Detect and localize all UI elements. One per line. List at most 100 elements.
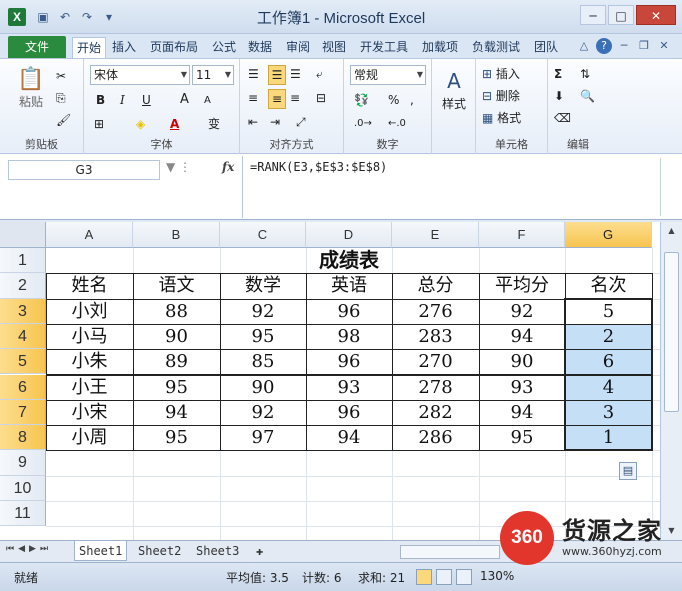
next-sheet-icon[interactable]: ▶: [29, 544, 36, 554]
vertical-scrollbar[interactable]: ▲ ▼: [660, 222, 682, 540]
insert-function-button[interactable]: fx: [222, 160, 234, 174]
clear-icon[interactable]: ⌫: [554, 109, 571, 127]
table-data-cell[interactable]: 93: [479, 375, 565, 400]
format-painter-icon[interactable]: 🖌: [56, 111, 71, 129]
scroll-up-icon[interactable]: ▲: [664, 224, 679, 238]
shrink-font-button[interactable]: A: [204, 92, 211, 110]
align-bottom-icon[interactable]: ☰: [290, 65, 301, 83]
grow-font-button[interactable]: A: [180, 91, 189, 109]
formula-expand-scroll[interactable]: [660, 158, 676, 216]
table-data-cell[interactable]: 小刘: [46, 299, 133, 324]
delete-cells-button[interactable]: ⊟ 删除: [482, 87, 520, 105]
tab-view[interactable]: 视图: [318, 37, 350, 58]
table-data-cell[interactable]: 96: [306, 299, 392, 324]
name-box-dropdown-icon[interactable]: ▼ ⋮: [166, 160, 191, 174]
table-header-cell[interactable]: 语文: [133, 273, 220, 298]
row-header-1[interactable]: 1: [0, 248, 46, 274]
merge-center-icon[interactable]: ⊟: [316, 89, 326, 107]
table-data-cell[interactable]: 95: [133, 425, 220, 450]
horizontal-scrollbar[interactable]: [400, 545, 500, 559]
row-header-6[interactable]: 6: [0, 374, 46, 400]
decrease-decimal-icon[interactable]: ←.0: [388, 115, 406, 133]
table-data-cell[interactable]: 90: [133, 324, 220, 349]
table-data-cell[interactable]: 283: [392, 324, 479, 349]
phonetic-button[interactable]: 变: [208, 115, 220, 133]
column-header-a[interactable]: A: [46, 222, 133, 248]
row-header-7[interactable]: 7: [0, 399, 46, 426]
align-center-icon[interactable]: ≡: [268, 89, 286, 109]
fill-icon[interactable]: ⬇: [554, 87, 564, 105]
align-middle-icon[interactable]: ☰: [268, 65, 286, 85]
table-data-cell[interactable]: 93: [306, 375, 392, 400]
table-data-cell[interactable]: 94: [479, 324, 565, 349]
formula-input[interactable]: =RANK(E3,$E$3:$E$8): [250, 160, 387, 174]
borders-icon[interactable]: ⊞: [94, 115, 104, 133]
table-data-cell[interactable]: 278: [392, 375, 479, 400]
styles-button[interactable]: A 样式: [438, 67, 470, 113]
column-header-f[interactable]: F: [479, 222, 565, 248]
help-icon[interactable]: ?: [596, 38, 612, 54]
table-data-cell[interactable]: 95: [479, 425, 565, 450]
font-name-combo[interactable]: 宋体 ▼: [90, 65, 190, 85]
minimize-ribbon-icon[interactable]: △: [576, 38, 592, 54]
column-header-e[interactable]: E: [392, 222, 479, 248]
page-layout-view-icon[interactable]: [436, 569, 452, 585]
autosum-button[interactable]: Σ: [554, 65, 562, 83]
sheet-tab-2[interactable]: Sheet2: [134, 541, 185, 561]
page-break-view-icon[interactable]: [456, 569, 472, 585]
format-cells-button[interactable]: ▦ 格式: [482, 109, 521, 127]
align-right-icon[interactable]: ≡: [290, 89, 300, 107]
font-size-combo[interactable]: 11 ▼: [192, 65, 234, 85]
table-header-cell[interactable]: 总分: [392, 273, 479, 298]
worksheet[interactable]: ABCDEFG 1 2 3 4 5 6 7 8 9 10 11 成绩表 姓名 语文 数学 英语 总分 平均分 名次…: [0, 222, 660, 540]
maximize-icon[interactable]: □: [608, 5, 634, 25]
table-data-cell[interactable]: 98: [306, 324, 392, 349]
table-data-cell[interactable]: 85: [220, 349, 306, 374]
column-header-g[interactable]: G: [565, 222, 652, 248]
row-header-3[interactable]: 3: [0, 298, 46, 324]
select-all-corner[interactable]: [0, 222, 46, 248]
insert-cells-button[interactable]: ⊞ 插入: [482, 65, 520, 83]
fill-color-icon[interactable]: ◈: [136, 115, 145, 133]
prev-sheet-icon[interactable]: ◀: [18, 544, 25, 554]
wrap-text-icon[interactable]: ⤶: [316, 65, 323, 83]
table-header-cell[interactable]: 英语: [306, 273, 392, 298]
column-header-b[interactable]: B: [133, 222, 220, 248]
tab-load-test[interactable]: 负载测试: [468, 37, 524, 58]
row-header-9[interactable]: 9: [0, 450, 46, 476]
table-data-cell[interactable]: 282: [392, 400, 479, 425]
table-data-cell[interactable]: 94: [133, 400, 220, 425]
table-data-cell[interactable]: 96: [306, 349, 392, 374]
tab-addins[interactable]: 加载项: [418, 37, 462, 58]
table-data-cell[interactable]: 286: [392, 425, 479, 450]
tab-team[interactable]: 团队: [530, 37, 562, 58]
table-data-cell[interactable]: 92: [220, 299, 306, 324]
doc-close-icon[interactable]: ✕: [656, 38, 672, 54]
table-data-cell[interactable]: 97: [220, 425, 306, 450]
column-header-c[interactable]: C: [220, 222, 306, 248]
table-data-cell[interactable]: 小周: [46, 425, 133, 450]
number-format-combo[interactable]: 常规 ▼: [350, 65, 426, 85]
sheet-tab-3[interactable]: Sheet3: [192, 541, 243, 561]
row-header-2[interactable]: 2: [0, 273, 46, 299]
row-header-5[interactable]: 5: [0, 349, 46, 375]
zoom-level[interactable]: 130%: [480, 569, 514, 583]
normal-view-icon[interactable]: [416, 569, 432, 585]
table-data-cell[interactable]: 96: [306, 400, 392, 425]
tab-review[interactable]: 审阅: [282, 37, 314, 58]
italic-button[interactable]: I: [120, 91, 125, 109]
table-data-cell[interactable]: 88: [133, 299, 220, 324]
table-data-cell[interactable]: 90: [479, 349, 565, 374]
table-data-cell[interactable]: 89: [133, 349, 220, 374]
doc-restore-icon[interactable]: ❐: [636, 38, 652, 54]
decrease-indent-icon[interactable]: ⇤: [248, 113, 258, 131]
doc-minimize-icon[interactable]: ─: [616, 38, 632, 54]
row-header-11[interactable]: 11: [0, 501, 46, 527]
font-color-button[interactable]: A: [170, 115, 179, 133]
table-header-cell[interactable]: 名次: [565, 273, 652, 298]
underline-button[interactable]: U: [142, 91, 151, 109]
insert-sheet-icon[interactable]: ✚: [252, 541, 267, 561]
table-data-cell[interactable]: 小宋: [46, 400, 133, 425]
table-data-cell[interactable]: 270: [392, 349, 479, 374]
find-select-icon[interactable]: 🔍: [580, 87, 595, 105]
